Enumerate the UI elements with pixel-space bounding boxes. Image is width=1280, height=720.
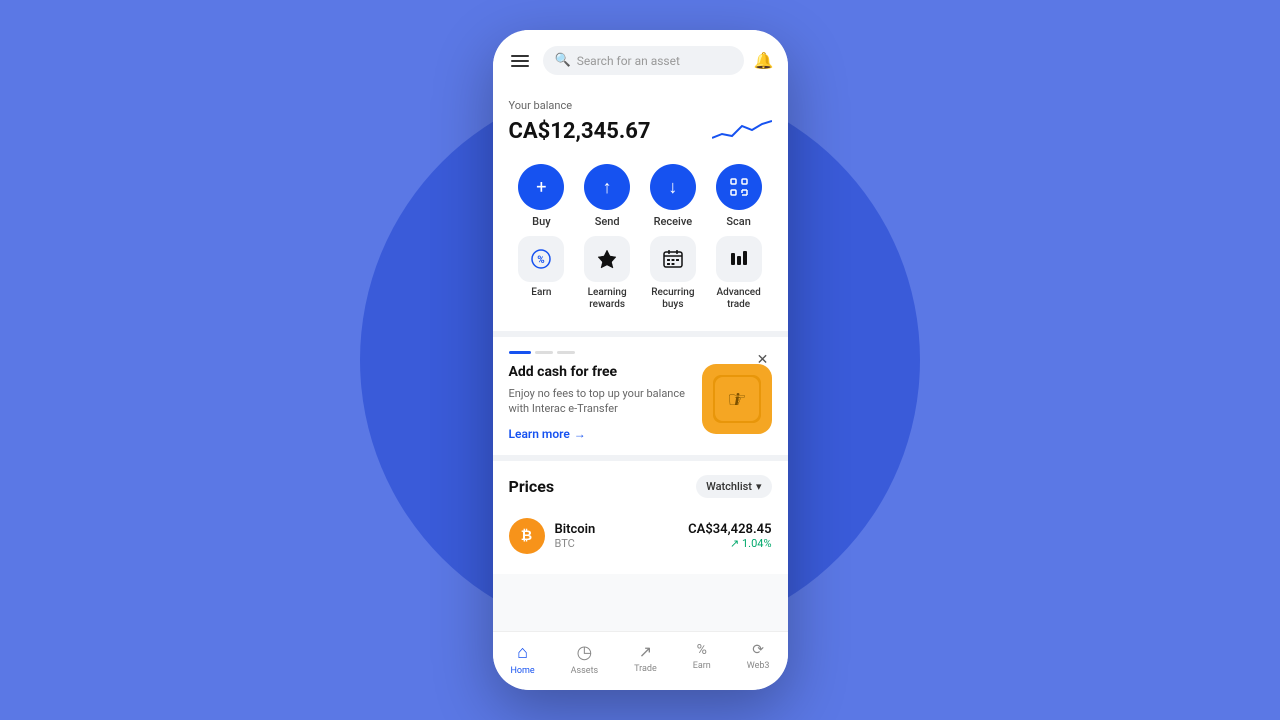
earn-nav-icon: % [697, 642, 707, 658]
bottom-navigation: ⌂ Home ◷ Assets ↗ Trade % Earn ⟳ Web3 [493, 631, 788, 690]
assets-icon: ◷ [577, 642, 593, 663]
watchlist-label: Watchlist [706, 480, 752, 493]
app-header: 🔍 Search for an asset 🔔 [493, 30, 788, 85]
balance-section: Your balance CA$12,345.67 [493, 85, 788, 156]
web3-label: Web3 [747, 661, 770, 671]
home-icon: ⌂ [517, 642, 528, 663]
actions-row-2: % Earn Learning rewards [509, 236, 772, 311]
web3-icon: ⟳ [752, 642, 764, 658]
recurring-buys-icon [650, 236, 696, 282]
learning-rewards-action[interactable]: Learning rewards [577, 236, 637, 311]
balance-amount: CA$12,345.67 [509, 119, 651, 144]
learning-rewards-label: Learning rewards [577, 287, 637, 311]
send-action[interactable]: ↑ Send [577, 164, 637, 228]
promo-title: Add cash for free [509, 364, 692, 380]
buy-label: Buy [532, 215, 550, 228]
advanced-trade-icon [716, 236, 762, 282]
buy-action[interactable]: + Buy [511, 164, 571, 228]
recurring-buys-label: Recurring buys [643, 287, 703, 311]
scan-icon [716, 164, 762, 210]
earn-nav-label: Earn [693, 661, 711, 671]
buy-icon: + [518, 164, 564, 210]
prices-title: Prices [509, 477, 555, 496]
earn-action[interactable]: % Earn [511, 236, 571, 311]
promo-description: Enjoy no fees to top up your balance wit… [509, 386, 692, 417]
balance-chart [712, 116, 772, 146]
trade-icon: ↗ [639, 642, 652, 661]
nav-assets[interactable]: ◷ Assets [563, 640, 607, 678]
assets-label: Assets [571, 666, 599, 676]
promo-dot-3 [557, 351, 575, 354]
earn-label: Earn [531, 287, 551, 299]
search-icon: 🔍 [555, 53, 571, 68]
send-icon: ↑ [584, 164, 630, 210]
scan-action[interactable]: Scan [709, 164, 769, 228]
bitcoin-ticker: BTC [555, 537, 679, 550]
promo-card: ✕ Add cash for free Enjoy no fees to top… [493, 337, 788, 455]
balance-row: CA$12,345.67 [509, 116, 772, 146]
promo-dot-2 [535, 351, 553, 354]
receive-label: Receive [654, 215, 693, 228]
interac-logo: i ☞ [702, 364, 772, 434]
balance-label: Your balance [509, 99, 772, 112]
home-label: Home [510, 666, 534, 676]
promo-text: Add cash for free Enjoy no fees to top u… [509, 364, 692, 441]
bitcoin-icon: ₿ [509, 518, 545, 554]
bitcoin-price: CA$34,428.45 [688, 522, 771, 537]
prices-section: Prices Watchlist ▾ ₿ Bitcoin BTC CA$34,4… [493, 461, 788, 574]
search-bar[interactable]: 🔍 Search for an asset [543, 46, 744, 75]
recurring-buys-action[interactable]: Recurring buys [643, 236, 703, 311]
scan-label: Scan [726, 215, 750, 228]
nav-earn[interactable]: % Earn [685, 640, 719, 678]
earn-icon: % [518, 236, 564, 282]
promo-dot-1 [509, 351, 531, 354]
phone-frame: 🔍 Search for an asset 🔔 Your balance CA$… [493, 30, 788, 690]
interac-inner: i ☞ [713, 375, 761, 423]
bitcoin-info: Bitcoin BTC [555, 522, 679, 550]
trade-label: Trade [634, 664, 657, 674]
svg-text:☞: ☞ [727, 388, 747, 413]
nav-web3[interactable]: ⟳ Web3 [739, 640, 778, 678]
search-placeholder: Search for an asset [577, 54, 680, 68]
promo-pagination [509, 351, 772, 354]
bitcoin-change: ↗ 1.04% [688, 537, 771, 550]
watchlist-button[interactable]: Watchlist ▾ [696, 475, 771, 498]
receive-action[interactable]: ↓ Receive [643, 164, 703, 228]
promo-learn-more-link[interactable]: Learn more → [509, 427, 692, 441]
advanced-trade-action[interactable]: Advanced trade [709, 236, 769, 311]
promo-content: Add cash for free Enjoy no fees to top u… [509, 364, 772, 441]
prices-header: Prices Watchlist ▾ [509, 475, 772, 498]
nav-home[interactable]: ⌂ Home [502, 640, 542, 678]
watchlist-chevron-icon: ▾ [756, 480, 762, 493]
send-label: Send [595, 215, 620, 228]
notifications-button[interactable]: 🔔 [754, 51, 774, 70]
advanced-trade-label: Advanced trade [709, 287, 769, 311]
bitcoin-price-col: CA$34,428.45 ↗ 1.04% [688, 522, 771, 550]
promo-link-text: Learn more [509, 427, 570, 441]
nav-trade[interactable]: ↗ Trade [626, 640, 665, 678]
promo-arrow-icon: → [574, 427, 586, 441]
menu-button[interactable] [507, 51, 533, 71]
learning-rewards-icon [584, 236, 630, 282]
bitcoin-row[interactable]: ₿ Bitcoin BTC CA$34,428.45 ↗ 1.04% [509, 512, 772, 560]
bitcoin-name: Bitcoin [555, 522, 679, 537]
quick-actions: + Buy ↑ Send ↓ Receive [493, 156, 788, 331]
receive-icon: ↓ [650, 164, 696, 210]
scrollable-content: Your balance CA$12,345.67 + Buy ↑ Send [493, 85, 788, 631]
svg-text:%: % [538, 255, 545, 266]
actions-row-1: + Buy ↑ Send ↓ Receive [509, 164, 772, 228]
